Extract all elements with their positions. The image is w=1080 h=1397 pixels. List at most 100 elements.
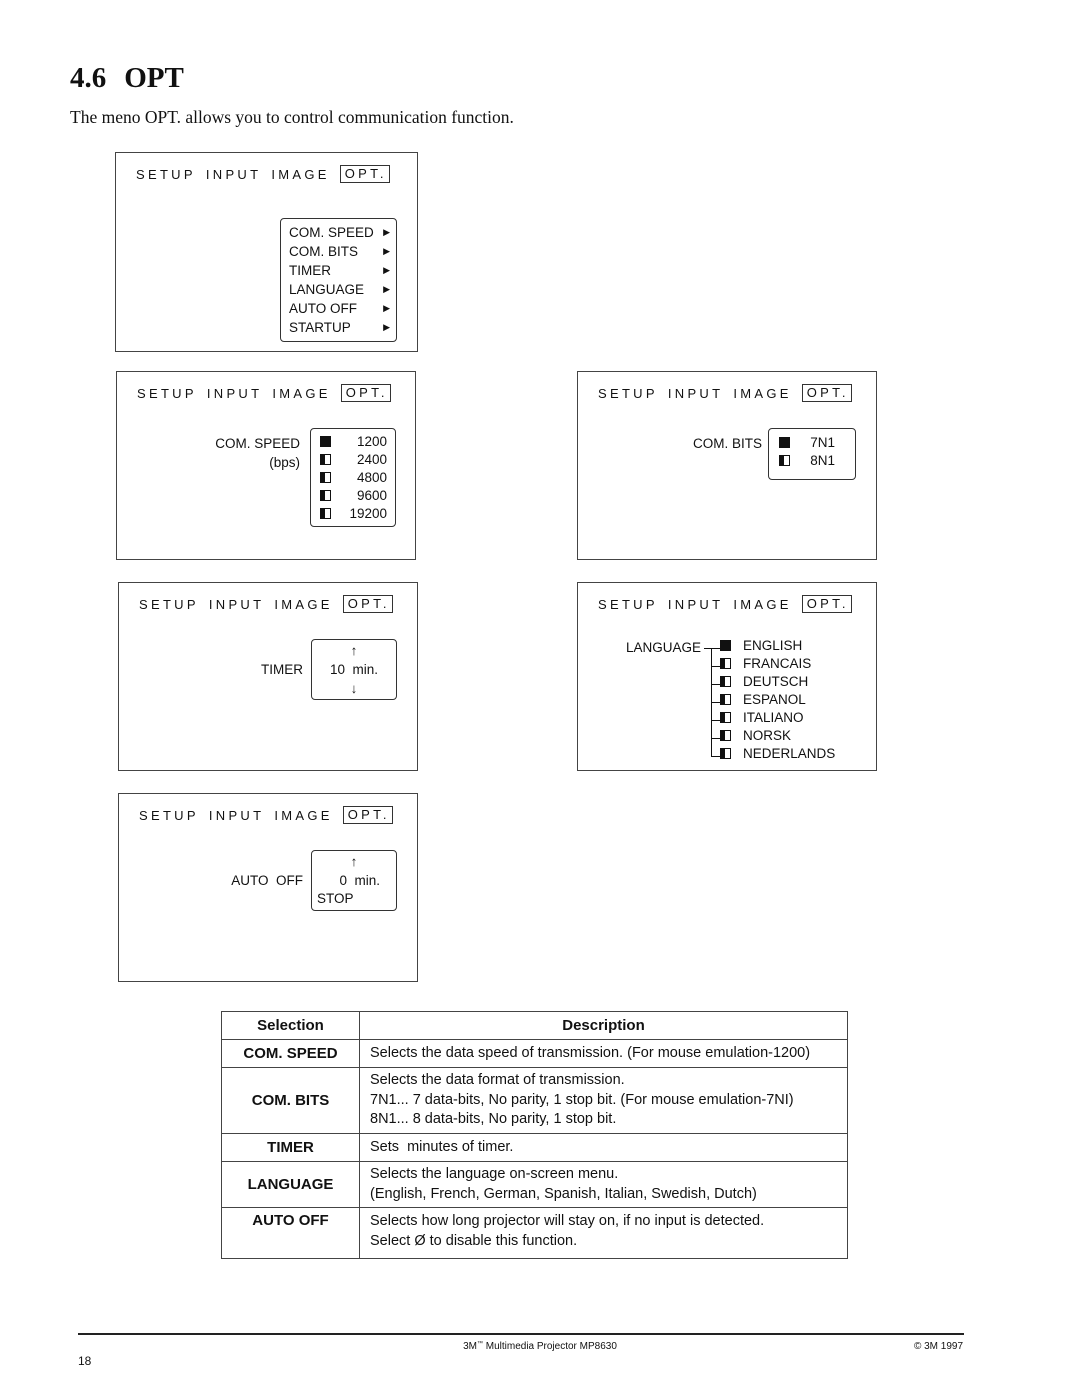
tree-connector — [704, 648, 720, 649]
osd-tab-input[interactable]: INPUT — [668, 386, 724, 401]
osd-tab-bar: SETUP INPUT IMAGE OPT. — [598, 384, 852, 402]
radio-unselected-icon — [320, 490, 331, 501]
timer-label: TIMER — [261, 662, 303, 677]
osd-tab-opt[interactable]: OPT. — [801, 595, 852, 613]
option-value: NEDERLANDS — [743, 746, 836, 761]
osd-tab-opt[interactable]: OPT. — [342, 806, 393, 824]
osd-tab-input[interactable]: INPUT — [668, 597, 724, 612]
arrow-up-icon[interactable]: ↑ — [312, 642, 396, 659]
opt-menu-list: COM. SPEED ▶ COM. BITS ▶ TIMER ▶ LANGUAGE ▶ … — [280, 218, 397, 342]
tree-connector — [711, 702, 720, 703]
osd-tab-setup[interactable]: SETUP — [139, 597, 199, 612]
selection-cell: LANGUAGE — [221, 1161, 360, 1208]
com-bits-options: 7N1 8N1 — [768, 428, 856, 480]
footer-product: Multimedia Projector MP8630 — [482, 1341, 617, 1352]
osd-screen-language: SETUP INPUT IMAGE OPT. LANGUAGE ENGLISH … — [577, 582, 877, 771]
description-line: Sets minutes of timer. — [370, 1138, 514, 1155]
description-cell: Selects the language on-screen menu. (En… — [359, 1161, 848, 1208]
menu-item-auto-off[interactable]: AUTO OFF ▶ — [289, 299, 390, 318]
arrow-down-icon[interactable]: ↓ — [312, 680, 396, 697]
osd-screen-timer: SETUP INPUT IMAGE OPT. TIMER ↑ 10 min. ↓ — [118, 582, 418, 771]
osd-tab-setup[interactable]: SETUP — [598, 386, 658, 401]
menu-item-label: TIMER — [289, 263, 331, 278]
option-value: 1200 — [356, 434, 387, 449]
description-cell: Selects how long projector will stay on,… — [359, 1207, 848, 1259]
osd-tab-bar: SETUP INPUT IMAGE OPT. — [139, 806, 393, 824]
osd-tab-setup[interactable]: SETUP — [136, 167, 196, 182]
selection-cell: TIMER — [221, 1133, 360, 1162]
menu-item-language[interactable]: LANGUAGE ▶ — [289, 280, 390, 299]
option-value: 8N1 — [810, 453, 835, 468]
com-speed-options: 1200 2400 4800 9600 19200 — [310, 428, 396, 527]
auto-off-spinner[interactable]: ↑ 0 min. STOP — [311, 850, 397, 911]
com-bits-option[interactable]: 8N1 — [769, 452, 855, 470]
selection-cell: AUTO OFF — [221, 1207, 360, 1259]
com-speed-unit: (bps) — [269, 455, 300, 470]
osd-tab-image[interactable]: IMAGE — [274, 597, 332, 612]
description-line: Selects the language on-screen menu. — [370, 1166, 619, 1182]
option-value: NORSK — [743, 728, 792, 743]
option-value: 2400 — [356, 452, 387, 467]
osd-tab-image[interactable]: IMAGE — [274, 808, 332, 823]
osd-tab-setup[interactable]: SETUP — [598, 597, 658, 612]
osd-tab-image[interactable]: IMAGE — [272, 386, 330, 401]
option-value: ENGLISH — [743, 638, 803, 653]
table-row: TIMER Sets minutes of timer. — [221, 1133, 848, 1162]
radio-unselected-icon — [720, 676, 731, 687]
com-bits-option[interactable]: 7N1 — [769, 434, 855, 452]
arrow-up-icon[interactable]: ↑ — [312, 853, 396, 870]
auto-off-value: 0 min. — [339, 873, 380, 888]
com-speed-option[interactable]: 19200 — [311, 505, 395, 523]
osd-tab-opt[interactable]: OPT. — [340, 384, 391, 402]
osd-tab-input[interactable]: INPUT — [209, 597, 265, 612]
footer-divider — [78, 1333, 964, 1335]
com-speed-option[interactable]: 4800 — [311, 469, 395, 487]
option-value: 19200 — [349, 506, 387, 521]
option-value: 7N1 — [810, 435, 835, 450]
selection-description-table: Selection Description COM. SPEED Selects… — [221, 1011, 848, 1259]
column-header-selection: Selection — [221, 1011, 360, 1040]
osd-tab-opt[interactable]: OPT. — [801, 384, 852, 402]
osd-tab-opt[interactable]: OPT. — [339, 165, 390, 183]
com-speed-option[interactable]: 2400 — [311, 451, 395, 469]
table-header-row: Selection Description — [221, 1011, 848, 1040]
description-line: 7N1... 7 data-bits, No parity, 1 stop bi… — [370, 1091, 794, 1108]
triangle-right-icon: ▶ — [383, 246, 390, 256]
section-name: OPT — [124, 62, 184, 94]
menu-item-startup[interactable]: STARTUP ▶ — [289, 318, 390, 337]
menu-item-timer[interactable]: TIMER ▶ — [289, 261, 390, 280]
description-line: Selects the data format of transmission. — [370, 1072, 625, 1089]
osd-tab-opt[interactable]: OPT. — [342, 595, 393, 613]
radio-unselected-icon — [720, 712, 731, 723]
description-line: Select Ø to disable this function. — [370, 1232, 578, 1249]
table-row: LANGUAGE Selects the language on-screen … — [221, 1161, 848, 1208]
menu-item-com-bits[interactable]: COM. BITS ▶ — [289, 242, 390, 261]
tree-connector — [711, 720, 720, 721]
radio-unselected-icon — [779, 455, 790, 466]
osd-tab-image[interactable]: IMAGE — [271, 167, 329, 182]
osd-screen-com-speed: SETUP INPUT IMAGE OPT. COM. SPEED (bps) … — [116, 371, 416, 560]
osd-tab-input[interactable]: INPUT — [209, 808, 265, 823]
intro-paragraph: The meno OPT. allows you to control comm… — [70, 107, 514, 127]
osd-tab-image[interactable]: IMAGE — [733, 597, 791, 612]
triangle-right-icon: ▶ — [383, 303, 390, 313]
footer-copyright: © 3M 1997 — [913, 1341, 963, 1352]
timer-value: 10 min. — [329, 662, 379, 677]
osd-tab-input[interactable]: INPUT — [206, 167, 262, 182]
tree-connector — [711, 738, 720, 739]
timer-spinner[interactable]: ↑ 10 min. ↓ — [311, 639, 397, 700]
menu-item-label: AUTO OFF — [289, 301, 358, 316]
com-speed-option[interactable]: 1200 — [311, 433, 395, 451]
osd-tab-input[interactable]: INPUT — [207, 386, 263, 401]
osd-tab-setup[interactable]: SETUP — [137, 386, 197, 401]
com-speed-label: COM. SPEED — [215, 436, 300, 451]
com-speed-option[interactable]: 9600 — [311, 487, 395, 505]
radio-unselected-icon — [320, 472, 331, 483]
menu-item-label: LANGUAGE — [289, 282, 365, 297]
triangle-right-icon: ▶ — [383, 227, 390, 237]
osd-tab-image[interactable]: IMAGE — [733, 386, 791, 401]
menu-item-com-speed[interactable]: COM. SPEED ▶ — [289, 223, 390, 242]
osd-tab-setup[interactable]: SETUP — [139, 808, 199, 823]
section-number: 4.6 — [70, 62, 107, 94]
option-value: 4800 — [356, 470, 387, 485]
